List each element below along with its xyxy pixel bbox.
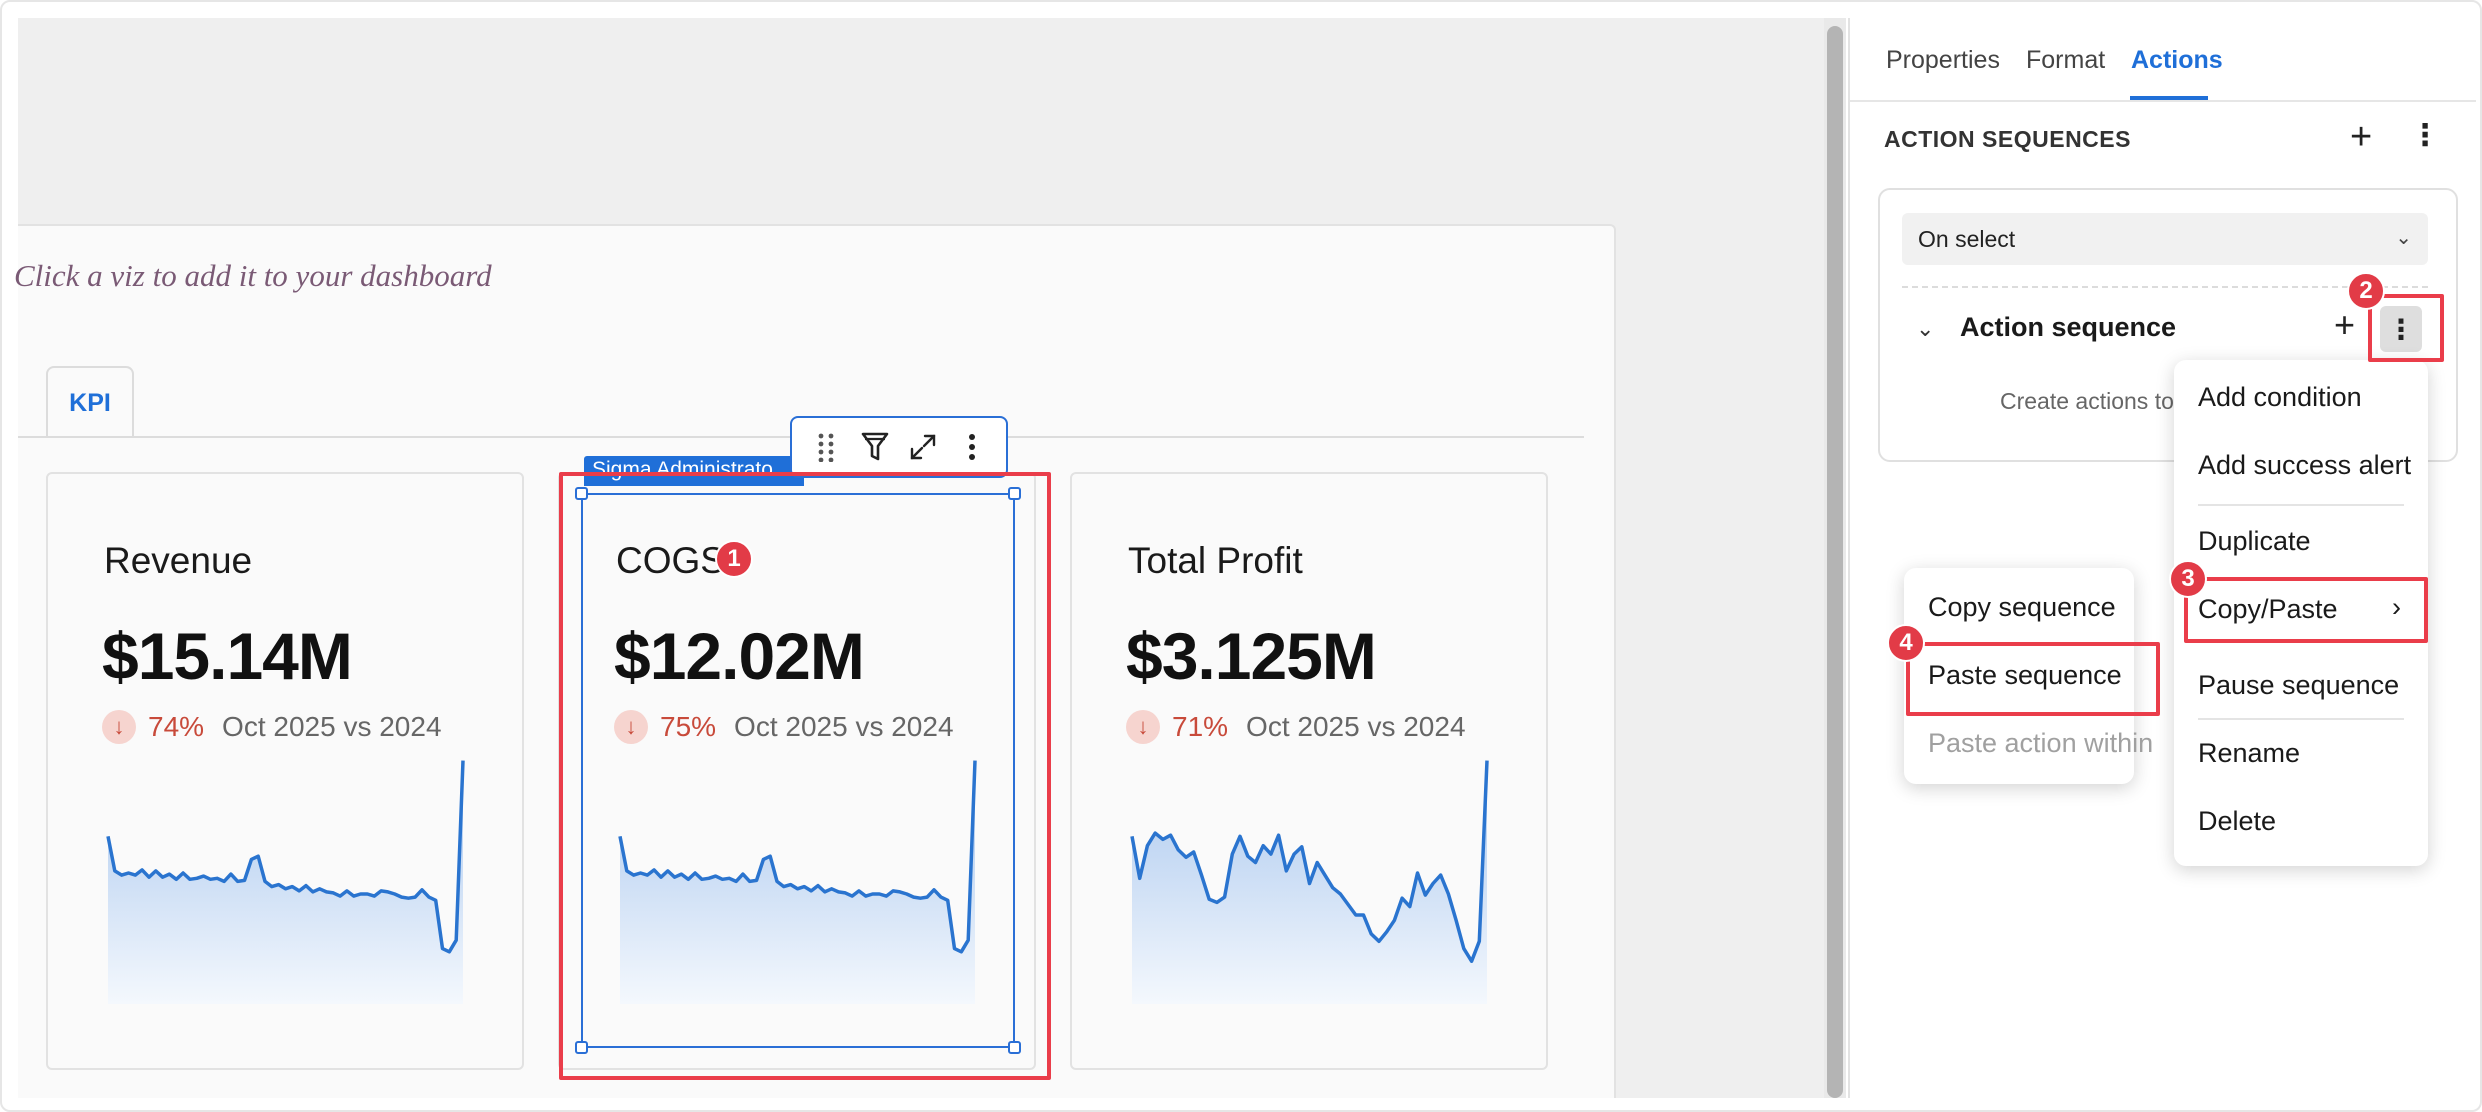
expand-icon[interactable]	[903, 427, 943, 467]
sparkline-chart	[106, 760, 465, 1004]
section-title: ACTION SEQUENCES	[1884, 126, 2131, 152]
add-sequence-plus-icon[interactable]: +	[2350, 116, 2372, 159]
tab-actions[interactable]: Actions	[2131, 46, 2223, 75]
menu-divider	[2198, 504, 2404, 506]
kpi-card-revenue[interactable]: Revenue $15.14M ↓ 74% Oct 2025 vs 2024	[46, 472, 524, 1070]
chevron-down-icon: ⌄	[2395, 227, 2412, 249]
highlight-box-paste-sequence	[1906, 642, 2160, 716]
element-toolbar	[790, 416, 1008, 478]
sequence-label: Action sequence	[1960, 312, 2177, 342]
step-badge: 4	[1887, 624, 1925, 662]
menu-item-add-condition[interactable]: Add condition	[2198, 382, 2362, 413]
highlight-box-copy-paste	[2184, 577, 2428, 643]
menu-item-add-success-alert[interactable]: Add success alert	[2198, 450, 2411, 481]
menu-item-pause-sequence[interactable]: Pause sequence	[2198, 670, 2399, 701]
menu-divider	[2198, 718, 2404, 720]
menu-item-duplicate[interactable]: Duplicate	[2198, 526, 2311, 557]
create-actions-hint: Create actions to c	[2000, 388, 2192, 414]
step-badge: 1	[715, 540, 753, 578]
menu-item-copy-sequence[interactable]: Copy sequence	[1928, 592, 2116, 623]
active-tab-indicator	[2130, 96, 2208, 100]
trigger-select-value: On select	[1918, 225, 2016, 252]
more-vertical-icon[interactable]	[952, 427, 992, 467]
add-viz-hint: Click a viz to add it to your dashboard	[14, 258, 492, 293]
tab-format[interactable]: Format	[2026, 46, 2105, 75]
kpi-card-total-profit[interactable]: Total Profit $3.125M ↓ 71% Oct 2025 vs 2…	[1070, 472, 1548, 1070]
add-action-plus-icon[interactable]: +	[2334, 304, 2355, 346]
collapse-chevron-icon[interactable]: ⌄	[1916, 316, 1934, 342]
drag-handle-icon[interactable]	[806, 427, 846, 467]
step-badge: 3	[2169, 560, 2207, 598]
menu-item-delete[interactable]: Delete	[2198, 806, 2276, 837]
tab-properties[interactable]: Properties	[1886, 46, 2000, 75]
scrollbar-thumb[interactable]	[1827, 26, 1843, 1098]
step-badge: 2	[2347, 272, 2385, 310]
menu-item-paste-action-within: Paste action within	[1928, 728, 2154, 758]
sparkline-chart	[1130, 760, 1489, 1004]
highlight-box-cogs	[559, 472, 1051, 1080]
panel-tabs: Properties Format Actions	[1850, 18, 2476, 102]
canvas-scrollbar[interactable]	[1824, 18, 1846, 1098]
tab-kpi[interactable]: KPI	[46, 366, 134, 438]
window: Click a viz to add it to your dashboard …	[0, 0, 2482, 1112]
section-more-icon[interactable]: ⋮	[2410, 118, 2440, 153]
trigger-select[interactable]: On select ⌄	[1902, 213, 2428, 265]
filter-icon[interactable]	[855, 427, 895, 467]
sparkline-area	[108, 760, 463, 1004]
menu-item-rename[interactable]: Rename	[2198, 738, 2300, 769]
